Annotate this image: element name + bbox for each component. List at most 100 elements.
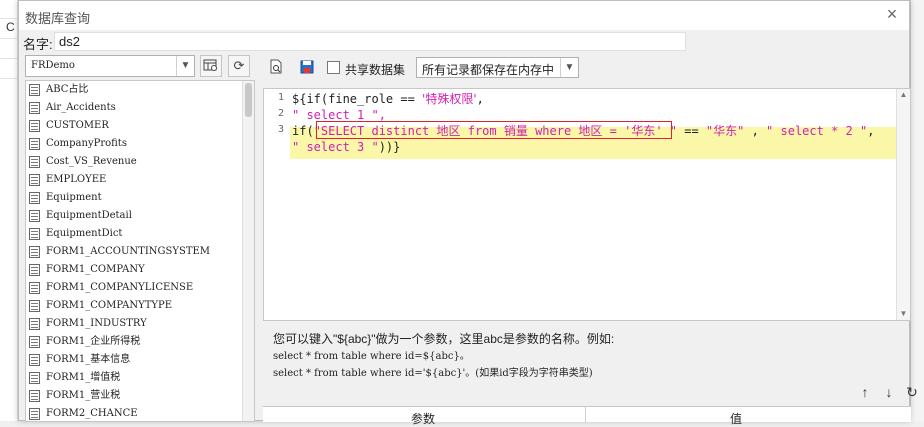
database-query-dialog: 数据库查询 × 名字: ds2 FRDemo ▼ ⟳ ABC占比 Air_Acc…	[18, 0, 918, 426]
scroll-down-icon[interactable]: ▼	[897, 308, 910, 320]
hint-line: 您可以键入"${abc}"做为一个参数，这里abc是参数的名称。例如:	[273, 332, 615, 346]
list-item[interactable]: FORM1_INDUSTRY	[26, 315, 254, 333]
list-item[interactable]: EMPLOYEE	[26, 171, 254, 189]
preview-search-icon	[270, 59, 282, 74]
table-icon	[29, 210, 40, 222]
table-name: FORM1_企业所得税	[46, 336, 141, 347]
close-icon[interactable]: ×	[883, 5, 901, 23]
table-icon	[29, 138, 40, 150]
param-column-header: 参数	[410, 412, 435, 426]
line-number-gutter: 1 2 3	[264, 89, 288, 320]
table-icon	[29, 264, 40, 276]
code-token: if(	[292, 124, 314, 138]
list-item[interactable]: EquipmentDict	[26, 225, 254, 243]
table-list-scrollbar[interactable]	[242, 81, 254, 421]
table-name: FORM1_INDUSTRY	[46, 318, 147, 329]
list-item[interactable]: FORM1_企业所得税	[26, 333, 254, 351]
editor-scrollbar[interactable]: ▲ ▼	[896, 89, 910, 320]
table-icon	[29, 102, 40, 114]
refresh-params-icon[interactable]: ↻	[905, 383, 919, 401]
preview-button[interactable]	[267, 57, 287, 77]
table-name: EMPLOYEE	[46, 174, 107, 185]
refresh-button[interactable]: ⟳	[228, 55, 250, 77]
list-item[interactable]: Air_Accidents	[26, 99, 254, 117]
list-item[interactable]: FORM2_CHANCE	[26, 405, 254, 421]
refresh-icon: ⟳	[233, 58, 245, 73]
list-item[interactable]: Cost_VS_Revenue	[26, 153, 254, 171]
storage-mode-select[interactable]: 所有记录都保存在内存中 ▼	[416, 57, 579, 78]
code-string: " select * 2 "	[766, 124, 868, 138]
code-string: " select 3 "	[292, 140, 379, 154]
preview-table-button[interactable]	[200, 55, 222, 77]
code-string: "华东"	[705, 124, 745, 138]
table-name: FORM1_COMPANYTYPE	[46, 300, 173, 311]
table-icon	[29, 372, 40, 384]
table-icon	[29, 390, 40, 402]
code-token: ,	[476, 92, 484, 106]
save-icon	[300, 60, 314, 74]
move-down-icon[interactable]: ↓	[880, 383, 898, 401]
background-scrollbar	[910, 0, 924, 421]
table-name: FORM1_增值税	[46, 372, 121, 383]
list-item[interactable]: FORM1_COMPANYTYPE	[26, 297, 254, 315]
list-item[interactable]: FORM1_营业税	[26, 387, 254, 405]
table-icon	[29, 408, 40, 420]
parameter-table-header: 参数 值	[263, 406, 911, 426]
name-label: 名字:	[23, 37, 53, 52]
name-input[interactable]: ds2	[54, 32, 686, 51]
datasource-select[interactable]: FRDemo ▼	[25, 55, 195, 77]
table-name: EquipmentDetail	[46, 210, 132, 221]
table-name: FORM2_CHANCE	[46, 408, 138, 419]
list-item[interactable]: Equipment	[26, 189, 254, 207]
table-icon	[29, 318, 40, 330]
list-item[interactable]: CompanyProfits	[26, 135, 254, 153]
line-number: 1	[277, 92, 284, 103]
table-icon	[29, 336, 40, 348]
list-item[interactable]: EquipmentDetail	[26, 207, 254, 225]
share-dataset-checkbox[interactable]	[327, 61, 340, 74]
line-number: 3	[277, 124, 284, 135]
scrollbar-thumb[interactable]	[245, 83, 252, 117]
table-name: FORM1_COMPANYLICENSE	[46, 282, 194, 293]
sql-panel: 共享数据集 所有记录都保存在内存中 ▼ 1 2 3 ${if(fine_role…	[263, 55, 918, 426]
table-icon	[29, 354, 40, 366]
share-dataset-label: 共享数据集	[345, 63, 406, 77]
sql-editor[interactable]: 1 2 3 ${if(fine_role == '特殊权限', " select…	[263, 88, 911, 321]
code-string: '特殊权限'	[422, 92, 477, 106]
scroll-up-icon[interactable]: ▲	[897, 89, 910, 101]
insert-button[interactable]	[297, 57, 317, 77]
hint-example: select * from table where id='${abc}'。(如…	[273, 368, 593, 379]
table-icon	[29, 228, 40, 240]
parameter-hint: 您可以键入"${abc}"做为一个参数，这里abc是参数的名称。例如: sele…	[273, 331, 614, 382]
table-name: FORM1_COMPANY	[46, 264, 145, 275]
chevron-down-icon[interactable]: ▼	[560, 58, 578, 77]
background-cell: C	[6, 20, 15, 34]
table-name: ABC占比	[46, 84, 89, 95]
annotation-box	[316, 121, 672, 139]
list-item[interactable]: CUSTOMER	[26, 117, 254, 135]
table-name: EquipmentDict	[46, 228, 123, 239]
value-column-header: 值	[729, 412, 742, 426]
code-line-1: ${if(fine_role == '特殊权限',	[292, 91, 484, 107]
table-icon	[29, 192, 40, 204]
storage-mode-value: 所有记录都保存在内存中	[422, 63, 555, 77]
move-up-icon[interactable]: ↑	[856, 383, 874, 401]
table-name: Equipment	[46, 192, 102, 203]
code-token: ,	[867, 124, 875, 138]
title-bar: 数据库查询 ×	[19, 1, 909, 30]
datasource-value: FRDemo	[31, 60, 75, 71]
chevron-down-icon[interactable]: ▼	[176, 56, 194, 76]
code-token: ${if(fine_role ==	[292, 92, 423, 106]
dialog-title: 数据库查询	[25, 11, 91, 26]
list-item[interactable]: FORM1_COMPANY	[26, 261, 254, 279]
list-item[interactable]: FORM1_增值税	[26, 369, 254, 387]
list-item[interactable]: ABC占比	[26, 81, 254, 99]
list-item[interactable]: FORM1_基本信息	[26, 351, 254, 369]
table-icon	[29, 300, 40, 312]
list-item[interactable]: FORM1_ACCOUNTINGSYSTEM	[26, 243, 254, 261]
list-item[interactable]: FORM1_COMPANYLICENSE	[26, 279, 254, 297]
table-name: CompanyProfits	[46, 138, 127, 149]
sql-toolbar: 共享数据集 所有记录都保存在内存中 ▼	[263, 55, 911, 81]
line-number: 2	[277, 108, 284, 119]
table-name: Air_Accidents	[46, 102, 116, 113]
